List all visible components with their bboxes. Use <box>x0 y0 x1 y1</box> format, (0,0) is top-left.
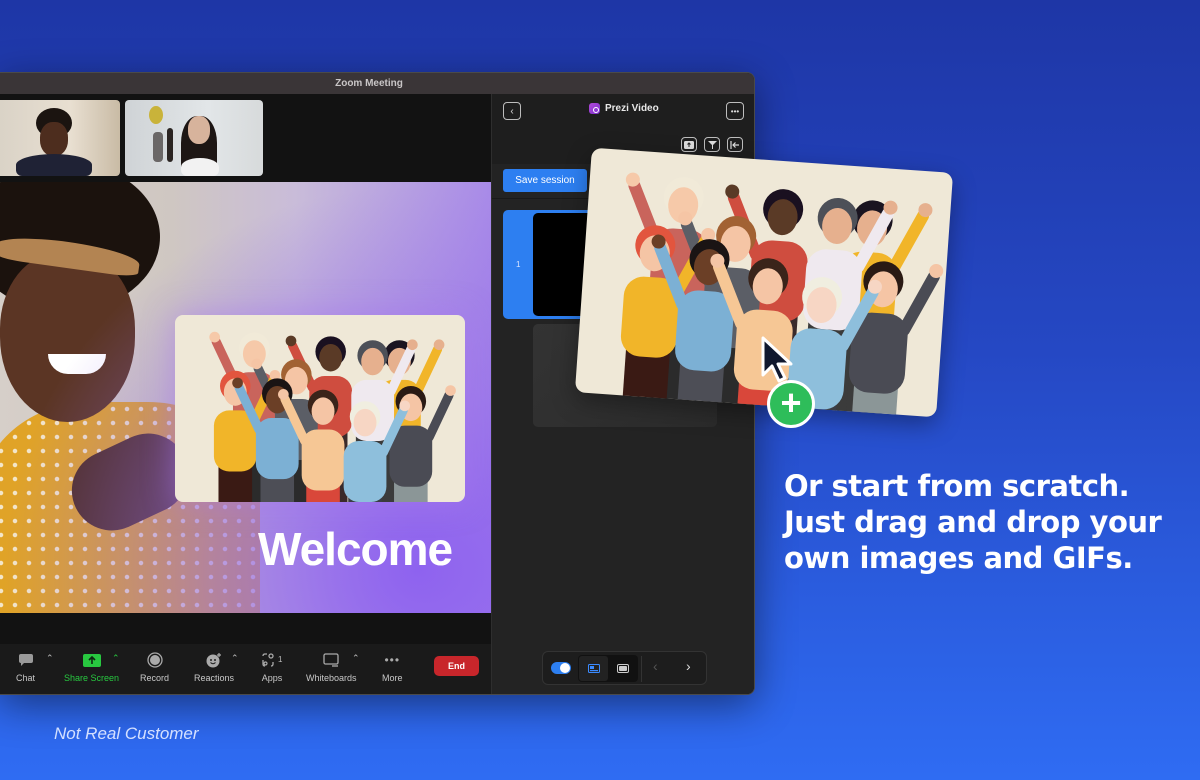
whiteboards-options-caret[interactable]: ⌃ <box>352 653 360 664</box>
next-slide-button[interactable]: › <box>686 658 691 674</box>
window-title: Zoom Meeting <box>0 73 754 94</box>
layout-fullscreen-button[interactable] <box>609 656 637 681</box>
share-options-caret[interactable]: ⌃ <box>112 653 120 664</box>
meeting-toolbar: Chat ⌃ Share Screen ⌃ Record Reactions ⌃… <box>0 644 491 694</box>
whiteboard-icon <box>323 652 339 668</box>
collapse-left-icon <box>730 140 739 149</box>
panel-title-text: Prezi Video <box>605 103 659 114</box>
upload-button[interactable] <box>681 137 697 152</box>
toolbar-apps-button[interactable]: 1 Apps <box>261 652 283 683</box>
meeting-area: Welcome Chat ⌃ Share Screen ⌃ Record Rea… <box>0 94 491 694</box>
shared-slide-stage: Welcome <box>0 182 491 613</box>
panel-more-button[interactable]: ••• <box>726 102 744 120</box>
marketing-headline: Or start from scratch. Just drag and dro… <box>784 468 1162 576</box>
toolbar-label: Whiteboards <box>306 673 357 683</box>
toolbar-label: Share Screen <box>64 673 120 683</box>
chat-icon <box>18 652 34 668</box>
chevron-right-icon: › <box>686 658 691 674</box>
more-icon: ••• <box>384 653 401 667</box>
presentation-controls: ‹ › <box>542 651 707 685</box>
headline-line: own images and GIFs. <box>784 541 1133 575</box>
toolbar-label: Reactions <box>194 673 235 683</box>
slide-title: Welcome <box>258 523 453 575</box>
layout-segmented-control <box>578 655 638 682</box>
toolbar-label: Apps <box>261 673 283 683</box>
toolbar-more-button[interactable]: ••• More <box>382 652 403 683</box>
filter-icon <box>707 140 717 149</box>
headline-line: Or start from scratch. <box>784 469 1130 503</box>
previous-slide-button[interactable]: ‹ <box>653 658 658 674</box>
chevron-left-icon: ‹ <box>510 105 514 117</box>
slide-image-card <box>175 315 465 502</box>
save-session-button[interactable]: Save session <box>503 169 587 192</box>
toolbar-reactions-button[interactable]: Reactions <box>194 652 234 683</box>
upload-icon <box>684 140 694 149</box>
toolbar-label: More <box>382 673 403 683</box>
toolbar-record-button[interactable]: Record <box>140 652 169 683</box>
reactions-icon <box>205 652 223 668</box>
filter-button[interactable] <box>704 137 720 152</box>
more-horizontal-icon: ••• <box>730 106 740 116</box>
toolbar-share-screen-button[interactable]: Share Screen <box>64 652 119 683</box>
illustrated-person <box>389 385 456 502</box>
chat-options-caret[interactable]: ⌃ <box>46 653 54 664</box>
record-icon <box>146 652 163 668</box>
divider <box>641 656 642 682</box>
chevron-left-icon: ‹ <box>653 658 658 674</box>
toolbar-chat-button[interactable]: Chat <box>16 652 35 683</box>
toolbar-label: Chat <box>16 673 36 683</box>
disclaimer-text: Not Real Customer <box>54 724 199 743</box>
slide-number: 1 <box>516 260 521 269</box>
panel-title: Prezi Video <box>589 103 659 114</box>
add-plus-icon: + <box>767 380 815 428</box>
participant-video-2[interactable] <box>125 100 263 176</box>
mouse-pointer-icon <box>761 336 793 383</box>
layout-full-icon <box>617 664 629 673</box>
participant-strip <box>0 100 263 176</box>
collapse-panel-button[interactable] <box>727 137 743 152</box>
prezi-logo-icon <box>589 103 600 114</box>
layout-picture-in-picture-button[interactable] <box>579 656 608 681</box>
panel-back-button[interactable]: ‹ <box>503 102 521 120</box>
end-meeting-button[interactable]: End <box>434 656 479 676</box>
participant-video-1[interactable] <box>0 100 120 176</box>
group-illustration <box>209 331 456 502</box>
share-screen-icon <box>82 652 101 668</box>
layout-pip-icon <box>587 664 600 673</box>
visibility-toggle[interactable] <box>551 662 571 674</box>
reactions-options-caret[interactable]: ⌃ <box>231 653 239 664</box>
toolbar-whiteboards-button[interactable]: Whiteboards <box>306 652 357 683</box>
toolbar-label: Record <box>140 673 170 683</box>
apps-icon: 1 <box>261 652 283 668</box>
svg-text:1: 1 <box>278 655 283 664</box>
headline-line: Just drag and drop your <box>784 505 1162 539</box>
